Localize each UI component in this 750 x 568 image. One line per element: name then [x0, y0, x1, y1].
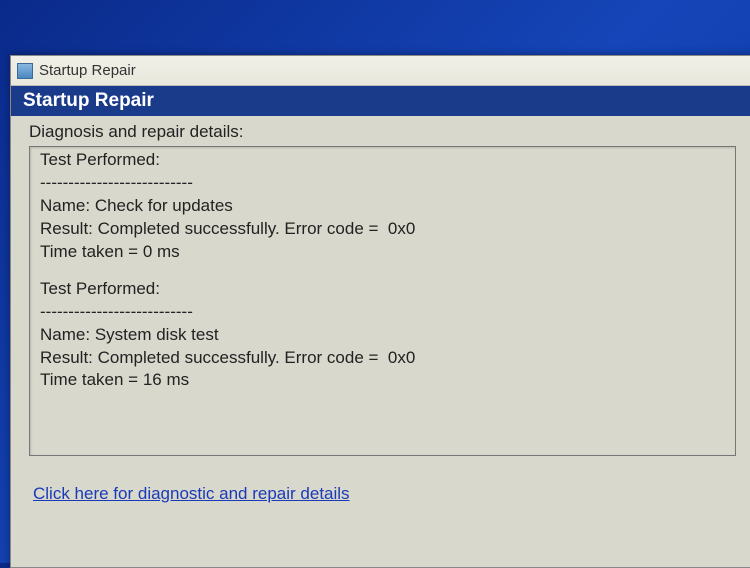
test-time-line: Time taken = 0 ms [40, 241, 725, 264]
window-titlebar: Startup Repair [11, 56, 750, 86]
test-header: Test Performed: [40, 278, 725, 301]
test-name-line: Name: Check for updates [40, 195, 725, 218]
test-divider: --------------------------- [40, 301, 725, 324]
section-label: Diagnosis and repair details: [29, 122, 736, 142]
test-block: Test Performed: ------------------------… [40, 278, 725, 393]
diagnosis-log-box: Test Performed: ------------------------… [29, 146, 736, 456]
test-divider: --------------------------- [40, 172, 725, 195]
startup-repair-window: Startup Repair Startup Repair Diagnosis … [10, 55, 750, 568]
page-header: Startup Repair [11, 86, 750, 116]
window-title: Startup Repair [39, 62, 136, 79]
test-header: Test Performed: [40, 149, 725, 172]
content-area: Diagnosis and repair details: Test Perfo… [11, 116, 750, 504]
test-name-line: Name: System disk test [40, 324, 725, 347]
test-block: Test Performed: ------------------------… [40, 149, 725, 264]
link-row: Click here for diagnostic and repair det… [29, 456, 736, 504]
test-result-line: Result: Completed successfully. Error co… [40, 347, 725, 370]
window-icon [17, 63, 33, 79]
test-time-line: Time taken = 16 ms [40, 369, 725, 392]
test-result-line: Result: Completed successfully. Error co… [40, 218, 725, 241]
diagnostic-details-link[interactable]: Click here for diagnostic and repair det… [33, 484, 350, 503]
